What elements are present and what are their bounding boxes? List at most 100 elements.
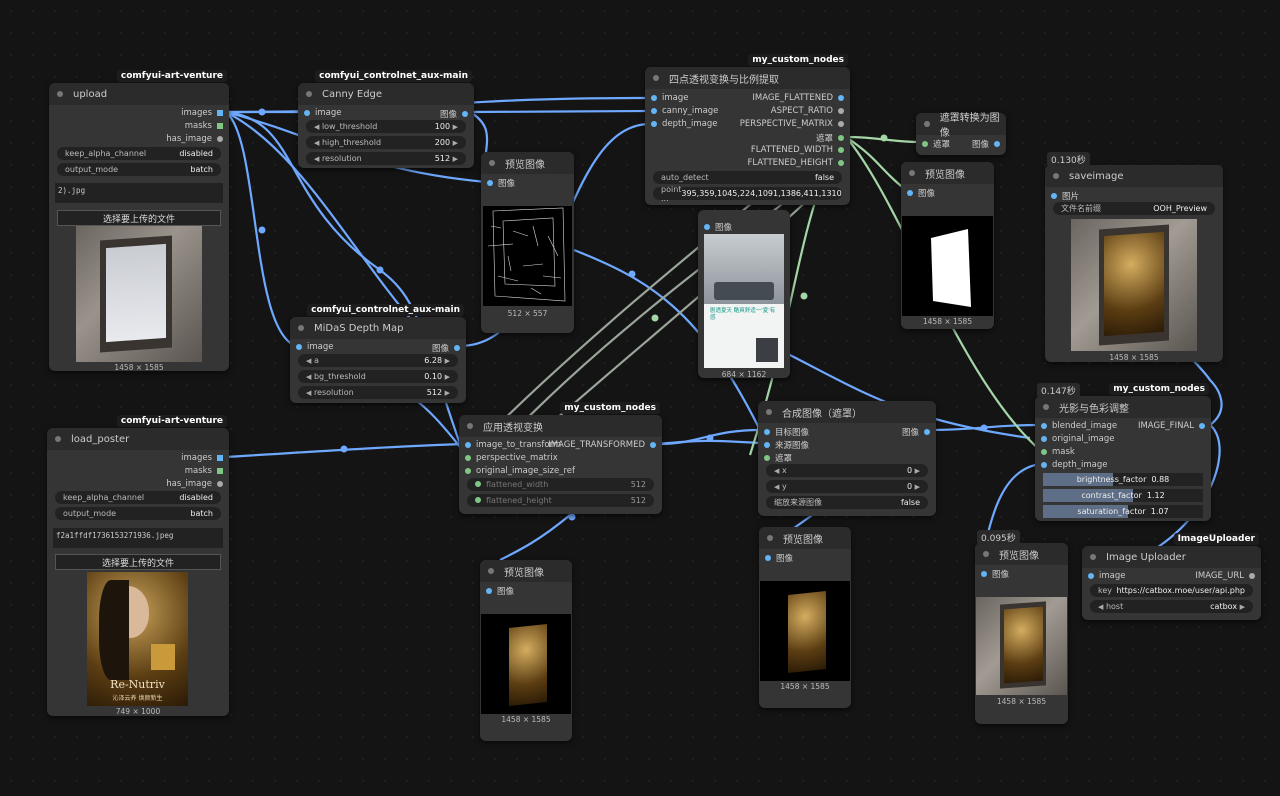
input-mask[interactable]: 遮罩 <box>764 452 792 464</box>
slot-dot-icon[interactable] <box>922 141 928 147</box>
slot-dot-icon[interactable] <box>475 497 481 503</box>
output-image-transformed[interactable]: IMAGE_TRANSFORMED <box>548 440 656 450</box>
input-depth-image[interactable]: depth_image <box>651 119 717 129</box>
slot-dot-icon[interactable] <box>765 555 771 561</box>
save-image-node[interactable]: 0.130秒 saveimage 图片 文件名前缀 OOH_Preview 145… <box>1045 152 1223 362</box>
input-image[interactable]: 图像 <box>486 585 514 597</box>
node-title-bar[interactable]: load_poster <box>47 428 229 450</box>
decrement-arrow-icon[interactable]: ◀ <box>306 389 311 397</box>
preview-canny-node[interactable]: 预览图像 图像 512 × 557 <box>481 152 574 333</box>
saturation-factor-slider[interactable]: saturation_factor 1.07 <box>1043 505 1203 518</box>
input-image[interactable]: 图像 <box>907 187 935 199</box>
output-mask[interactable]: 遮罩 <box>816 132 844 144</box>
output-image[interactable]: 图像 <box>972 138 1000 150</box>
input-blended-image[interactable]: blended_image <box>1041 421 1117 431</box>
collapse-dot-icon[interactable] <box>653 75 659 81</box>
slot-dot-icon[interactable] <box>924 429 930 435</box>
decrement-arrow-icon[interactable]: ◀ <box>314 139 319 147</box>
increment-arrow-icon[interactable]: ▶ <box>445 357 450 365</box>
slot-dot-icon[interactable] <box>465 468 471 474</box>
key-input[interactable]: key https://catbox.moe/user/api.php <box>1090 584 1253 597</box>
grid-slot-icon[interactable] <box>217 468 223 474</box>
slot-dot-icon[interactable] <box>650 442 656 448</box>
slot-dot-icon[interactable] <box>838 121 844 127</box>
flattened-height-input[interactable]: flattened_height 512 <box>467 494 654 507</box>
output-flattened-width[interactable]: FLATTENED_WIDTH <box>751 145 844 155</box>
slot-dot-icon[interactable] <box>486 588 492 594</box>
decrement-arrow-icon[interactable]: ◀ <box>774 467 779 475</box>
mask-to-image-node[interactable]: 遮罩转换为图像 遮罩 图像 <box>916 113 1006 155</box>
node-title-bar[interactable]: Image Uploader <box>1082 546 1261 568</box>
high-threshold-input[interactable]: ◀ high_threshold 200 ▶ <box>306 136 466 149</box>
load-poster-node[interactable]: comfyui-art-venture load_poster images m… <box>47 415 229 716</box>
collapse-dot-icon[interactable] <box>1090 554 1096 560</box>
preview-flattened-node[interactable]: 图像 剧透夏天 酷爽舒适一'夏'有感 684 × 1162 <box>698 210 790 379</box>
collapse-dot-icon[interactable] <box>983 551 989 557</box>
slot-dot-icon[interactable] <box>462 111 468 117</box>
slot-dot-icon[interactable] <box>838 95 844 101</box>
preview-transformed-node[interactable]: 预览图像 图像 1458 × 1585 <box>480 560 572 741</box>
slot-dot-icon[interactable] <box>1041 449 1047 455</box>
slot-dot-icon[interactable] <box>838 108 844 114</box>
slot-dot-icon[interactable] <box>651 108 657 114</box>
output-images[interactable]: images <box>181 453 223 463</box>
increment-arrow-icon[interactable]: ▶ <box>445 389 450 397</box>
node-title-bar[interactable]: upload <box>49 83 229 105</box>
preview-composite-node[interactable]: 预览图像 图像 1458 × 1585 <box>759 527 851 708</box>
output-perspective-matrix[interactable]: PERSPECTIVE_MATRIX <box>740 119 844 129</box>
slot-dot-icon[interactable] <box>764 442 770 448</box>
output-has-image[interactable]: has_image <box>166 134 223 144</box>
composite-mask-node[interactable]: 合成图像（遮罩） 目标图像 来源图像 遮罩 图像 ◀ x 0 ▶ ◀ y 0 ▶ 缩… <box>758 401 936 516</box>
input-image-to-transform[interactable]: image_to_transform <box>465 440 561 450</box>
slot-dot-icon[interactable] <box>764 455 770 461</box>
collapse-dot-icon[interactable] <box>766 409 772 415</box>
output-image[interactable]: 图像 <box>432 342 460 354</box>
node-title-bar[interactable]: saveimage <box>1045 165 1223 187</box>
grid-slot-icon[interactable] <box>217 455 223 461</box>
input-depth-image[interactable]: depth_image <box>1041 460 1107 470</box>
output-image-url[interactable]: IMAGE_URL <box>1195 571 1255 581</box>
low-threshold-input[interactable]: ◀ low_threshold 100 ▶ <box>306 120 466 133</box>
output-image[interactable]: 图像 <box>440 108 468 120</box>
slot-dot-icon[interactable] <box>1041 423 1047 429</box>
node-title-bar[interactable]: 预览图像 <box>480 560 572 582</box>
output-image-final[interactable]: IMAGE_FINAL <box>1138 421 1205 431</box>
node-title-bar[interactable]: 四点透视变换与比例提取 <box>645 67 850 89</box>
filename-field[interactable]: 2).jpg <box>55 183 223 203</box>
keep-alpha-channel-toggle[interactable]: keep_alpha_channel disabled <box>57 147 221 160</box>
slot-dot-icon[interactable] <box>1199 423 1205 429</box>
upload-node[interactable]: comfyui-art-venture upload images masks … <box>49 70 229 372</box>
output-image-flattened[interactable]: IMAGE_FLATTENED <box>752 93 844 103</box>
slot-dot-icon[interactable] <box>1041 436 1047 442</box>
resolution-input[interactable]: ◀ resolution 512 ▶ <box>306 152 466 165</box>
slot-dot-icon[interactable] <box>651 121 657 127</box>
preview-mask-node[interactable]: 预览图像 图像 1458 × 1585 <box>901 162 994 329</box>
output-has-image[interactable]: has_image <box>166 479 223 489</box>
upload-file-button[interactable]: 选择要上传的文件 <box>57 210 221 226</box>
input-image[interactable]: 图像 <box>704 221 732 233</box>
collapse-dot-icon[interactable] <box>1043 404 1049 410</box>
node-title-bar[interactable]: 预览图像 <box>759 527 851 549</box>
increment-arrow-icon[interactable]: ▶ <box>445 373 450 381</box>
output-masks[interactable]: masks <box>185 466 223 476</box>
slot-dot-icon[interactable] <box>487 180 493 186</box>
midas-depth-node[interactable]: comfyui_controlnet_aux-main MiDaS Depth … <box>290 304 466 403</box>
filename-prefix-input[interactable]: 文件名前缀 OOH_Preview <box>1053 202 1215 215</box>
input-image[interactable]: 图像 <box>765 552 793 564</box>
flattened-width-input[interactable]: flattened_width 512 <box>467 478 654 491</box>
output-masks[interactable]: masks <box>185 121 223 131</box>
input-mask[interactable]: mask <box>1041 447 1075 457</box>
slot-dot-icon[interactable] <box>651 95 657 101</box>
increment-arrow-icon[interactable]: ▶ <box>453 123 458 131</box>
input-image[interactable]: image <box>1088 571 1125 581</box>
decrement-arrow-icon[interactable]: ◀ <box>314 155 319 163</box>
collapse-dot-icon[interactable] <box>909 170 915 176</box>
input-image[interactable]: 图像 <box>981 568 1009 580</box>
collapse-dot-icon[interactable] <box>298 325 304 331</box>
increment-arrow-icon[interactable]: ▶ <box>453 139 458 147</box>
node-title-bar[interactable]: 合成图像（遮罩） <box>758 401 936 423</box>
collapse-dot-icon[interactable] <box>467 423 473 429</box>
slot-dot-icon[interactable] <box>1041 462 1047 468</box>
slot-dot-icon[interactable] <box>1051 193 1057 199</box>
slot-dot-icon[interactable] <box>838 147 844 153</box>
